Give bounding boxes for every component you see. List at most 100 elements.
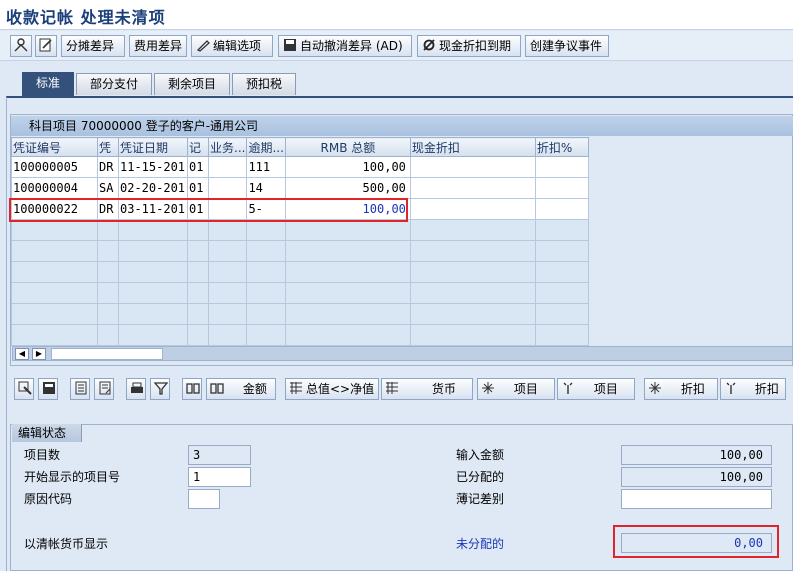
print-icon-button[interactable] bbox=[126, 378, 146, 400]
col-posting-key[interactable]: 记 bbox=[187, 137, 209, 157]
pencil-icon bbox=[196, 40, 210, 52]
sparkle-icon bbox=[649, 382, 661, 394]
gross-net-label: 总值<>净值 bbox=[306, 382, 375, 396]
charge-off-difference-button[interactable]: 费用差异 bbox=[129, 35, 187, 57]
auto-reverse-difference-button[interactable]: 自动撤消差异 (AD) bbox=[278, 35, 412, 57]
deselect-icon-button[interactable] bbox=[38, 378, 58, 400]
items-table: 凭证编号 凭 凭证日期 记 业务... 逾期... RMB 总额 现金折扣 折扣… bbox=[11, 137, 589, 346]
filter-icon-button[interactable] bbox=[150, 378, 170, 400]
details-icon-button[interactable] bbox=[70, 378, 90, 400]
not-assigned-label: 未分配的 bbox=[456, 537, 505, 551]
highlight-box-unassigned bbox=[613, 525, 779, 558]
person-icon-button[interactable] bbox=[10, 35, 32, 57]
table-row-empty bbox=[11, 219, 589, 241]
cell-cash-discount[interactable] bbox=[409, 177, 536, 199]
cell-doc-date: 11-15-201 bbox=[118, 156, 188, 178]
distribute-difference-button[interactable]: 分摊差异 bbox=[61, 35, 125, 57]
activate-items-button[interactable]: 项目 bbox=[477, 378, 555, 400]
binoculars-icon bbox=[186, 383, 200, 394]
entered-amount-field: 100,00 bbox=[621, 445, 772, 465]
edit-document-icon bbox=[39, 38, 52, 52]
tab-residual-items[interactable]: 剩余项目 bbox=[154, 73, 230, 95]
table-row-empty bbox=[11, 303, 589, 325]
binoculars-icon bbox=[210, 383, 224, 394]
edit-options-button[interactable]: 编辑选项 bbox=[191, 35, 273, 57]
find-icon-button[interactable] bbox=[182, 378, 202, 400]
difference-postings-input[interactable] bbox=[621, 489, 772, 509]
first-item-input[interactable]: 1 bbox=[188, 467, 251, 487]
sparkle-icon bbox=[482, 382, 494, 394]
cell-days-overdue: 111 bbox=[246, 156, 286, 178]
col-cash-discount[interactable]: 现金折扣 bbox=[409, 137, 536, 157]
gross-net-button[interactable]: 总值<>净值 bbox=[285, 378, 379, 400]
currency-label: 货币 bbox=[431, 382, 456, 396]
cell-posting-key: 01 bbox=[187, 177, 209, 199]
col-doc-date[interactable]: 凭证日期 bbox=[118, 137, 188, 157]
deactivate-items-label: 项目 bbox=[593, 382, 618, 396]
document-lines-icon bbox=[75, 381, 87, 395]
activate-discount-label: 折扣 bbox=[680, 382, 705, 396]
deactivate-discount-label: 折扣 bbox=[754, 382, 779, 396]
table-row-empty bbox=[11, 261, 589, 283]
activate-items-label: 项目 bbox=[513, 382, 538, 396]
cell-doc-type: SA bbox=[97, 177, 119, 199]
tab-partial-payment[interactable]: 部分支付 bbox=[76, 73, 152, 95]
tab-standard[interactable]: 标准 bbox=[22, 72, 74, 96]
grid-icon bbox=[386, 382, 398, 394]
cell-discount-percent[interactable] bbox=[534, 198, 589, 220]
activate-discount-button[interactable]: 折扣 bbox=[644, 378, 718, 400]
reason-code-input[interactable] bbox=[188, 489, 220, 509]
scroll-left-icon[interactable]: ◀ bbox=[15, 348, 29, 360]
display-in-clearing-currency-label: 以清帐货币显示 bbox=[24, 537, 109, 551]
col-days-overdue[interactable]: 逾期... bbox=[246, 137, 286, 157]
table-icon bbox=[43, 382, 55, 394]
first-item-label: 开始显示的项目号 bbox=[24, 470, 121, 484]
create-dispute-case-button[interactable]: 创建争议事件 bbox=[525, 35, 609, 57]
auto-reverse-label: 自动撤消差异 (AD) bbox=[300, 39, 403, 53]
search-amount-label: 金额 bbox=[242, 382, 267, 396]
cash-discount-due-label: 现金折扣到期 bbox=[439, 39, 512, 53]
cell-cash-discount[interactable] bbox=[409, 156, 536, 178]
col-doc-type[interactable]: 凭 bbox=[97, 137, 119, 157]
cell-doc-type: DR bbox=[97, 156, 119, 178]
table-row-empty bbox=[11, 324, 589, 346]
cell-posting-key: 01 bbox=[187, 156, 209, 178]
tab-withholding-tax[interactable]: 预扣税 bbox=[232, 73, 296, 95]
col-business-area[interactable]: 业务... bbox=[207, 137, 248, 157]
cell-business-area bbox=[207, 156, 248, 178]
tab-strip: 标准 部分支付 剩余项目 预扣税 bbox=[0, 70, 793, 96]
cell-doc-date: 02-20-201 bbox=[118, 177, 188, 199]
select-icon-button[interactable] bbox=[14, 378, 34, 400]
cursor-select-icon bbox=[18, 381, 32, 395]
assigned-label: 已分配的 bbox=[456, 470, 505, 484]
deactivate-discount-button[interactable]: 折扣 bbox=[720, 378, 786, 400]
col-doc-number[interactable]: 凭证编号 bbox=[11, 137, 98, 157]
col-rmb-amount[interactable]: RMB 总额 bbox=[284, 137, 411, 157]
table-row[interactable]: 100000005 DR 11-15-201 01 111 100,00 bbox=[11, 156, 589, 178]
cash-discount-due-button[interactable]: 现金折扣到期 bbox=[417, 35, 521, 57]
scrollbar-thumb[interactable] bbox=[51, 348, 163, 360]
entered-amount-label: 输入金额 bbox=[456, 448, 505, 462]
reason-code-label: 原因代码 bbox=[24, 492, 73, 506]
wand-icon bbox=[726, 382, 736, 394]
cell-cash-discount[interactable] bbox=[409, 198, 536, 220]
filter-icon bbox=[154, 382, 168, 395]
wand-icon bbox=[563, 382, 573, 394]
difference-postings-label: 薄记差别 bbox=[456, 492, 505, 506]
table-row-empty bbox=[11, 282, 589, 304]
table-row[interactable]: 100000004 SA 02-20-201 01 14 500,00 bbox=[11, 177, 589, 199]
horizontal-scrollbar[interactable]: ◀ ▶ bbox=[12, 346, 793, 361]
item-count-field: 3 bbox=[188, 445, 251, 465]
cell-discount-percent[interactable] bbox=[534, 177, 589, 199]
page-title: 收款记帐 处理未清项 bbox=[6, 8, 166, 27]
currency-button[interactable]: 货币 bbox=[381, 378, 473, 400]
cell-discount-percent[interactable] bbox=[534, 156, 589, 178]
deactivate-items-button[interactable]: 项目 bbox=[557, 378, 635, 400]
title-bar: 收款记帐 处理未清项 bbox=[0, 0, 793, 30]
scroll-right-icon[interactable]: ▶ bbox=[32, 348, 46, 360]
item-count-label: 项目数 bbox=[24, 448, 61, 462]
list-icon-button[interactable] bbox=[94, 378, 114, 400]
edit-doc-icon-button[interactable] bbox=[35, 35, 57, 57]
col-discount-percent[interactable]: 折扣% bbox=[534, 137, 589, 157]
search-amount-button[interactable]: 金额 bbox=[206, 378, 276, 400]
